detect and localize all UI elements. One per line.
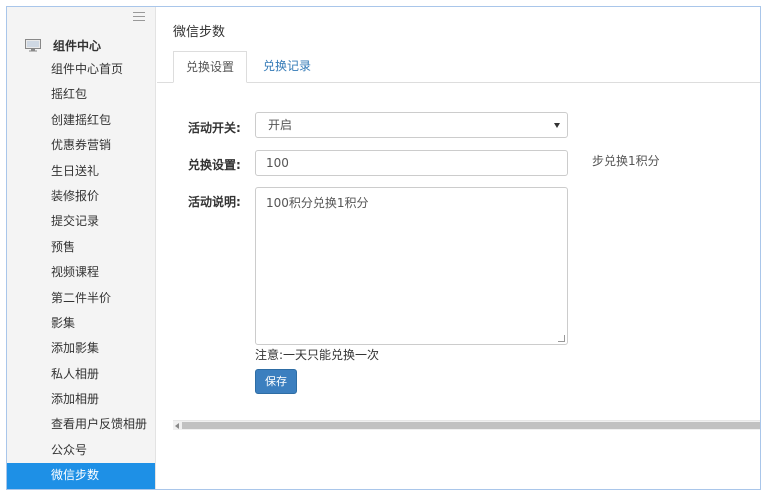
- sidebar-item[interactable]: 影集: [7, 311, 155, 336]
- activity-switch-select[interactable]: 开启: [255, 112, 568, 138]
- tab-bar: 兑换设置 兑换记录: [157, 51, 760, 83]
- sidebar: 组件中心 组件中心首页 摇红包 创建摇红包 优惠券营销 生日送礼 装修报价 提交记录 预售 视频…: [7, 7, 156, 489]
- sidebar-item[interactable]: 预售: [7, 235, 155, 260]
- exchange-note: 注意:一天只能兑换一次: [255, 348, 380, 362]
- sidebar-item[interactable]: 查看用户反馈相册: [7, 412, 155, 437]
- sidebar-section-header[interactable]: 组件中心: [25, 37, 101, 54]
- exchange-label: 兑换设置:: [188, 158, 241, 172]
- sidebar-item[interactable]: 公众号: [7, 438, 155, 463]
- monitor-icon: [25, 39, 41, 52]
- sidebar-section-title: 组件中心: [53, 39, 102, 53]
- sidebar-item[interactable]: 摇红包: [7, 82, 155, 107]
- sidebar-item[interactable]: 组件中心首页: [7, 57, 155, 82]
- sidebar-item[interactable]: 优惠券营销: [7, 133, 155, 158]
- scroll-left-arrow-icon[interactable]: [175, 423, 179, 429]
- menu-toggle-icon[interactable]: [133, 12, 145, 21]
- sidebar-nav: 组件中心首页 摇红包 创建摇红包 优惠券营销 生日送礼 装修报价 提交记录 预售 视频课程 第二件…: [7, 57, 155, 489]
- exchange-steps-input[interactable]: 100: [255, 150, 568, 176]
- description-text: 100积分兑换1积分: [266, 196, 369, 210]
- chevron-down-icon: [554, 123, 560, 128]
- activity-switch-value: 开启: [268, 118, 293, 132]
- sidebar-item[interactable]: 私人相册: [7, 362, 155, 387]
- resize-grip-icon[interactable]: [558, 335, 565, 342]
- description-label: 活动说明:: [188, 195, 241, 209]
- save-button[interactable]: 保存: [255, 369, 297, 394]
- switch-label: 活动开关:: [188, 121, 241, 135]
- sidebar-item[interactable]: 创建摇红包: [7, 108, 155, 133]
- scrollbar-thumb[interactable]: [182, 422, 760, 429]
- tab-exchange-records[interactable]: 兑换记录: [251, 51, 323, 83]
- sidebar-item[interactable]: 提交记录: [7, 209, 155, 234]
- sidebar-item[interactable]: 装修报价: [7, 184, 155, 209]
- horizontal-scrollbar[interactable]: [173, 420, 760, 430]
- app-window: 组件中心 组件中心首页 摇红包 创建摇红包 优惠券营销 生日送礼 装修报价 提交记录 预售 视频…: [6, 6, 761, 490]
- main-content: 微信步数 兑换设置 兑换记录 活动开关: 开启 兑换设置: 100 步兑换1积分…: [157, 7, 760, 489]
- sidebar-item[interactable]: 微信步数: [7, 463, 155, 489]
- sidebar-item[interactable]: 添加相册: [7, 387, 155, 412]
- sidebar-item[interactable]: 添加影集: [7, 336, 155, 361]
- description-textarea[interactable]: 100积分兑换1积分: [255, 187, 568, 345]
- sidebar-item[interactable]: 视频课程: [7, 260, 155, 285]
- tab-exchange-settings[interactable]: 兑换设置: [173, 51, 248, 83]
- page-title: 微信步数: [173, 25, 226, 40]
- sidebar-item[interactable]: 生日送礼: [7, 159, 155, 184]
- exchange-suffix: 步兑换1积分: [592, 154, 660, 168]
- sidebar-item[interactable]: 第二件半价: [7, 286, 155, 311]
